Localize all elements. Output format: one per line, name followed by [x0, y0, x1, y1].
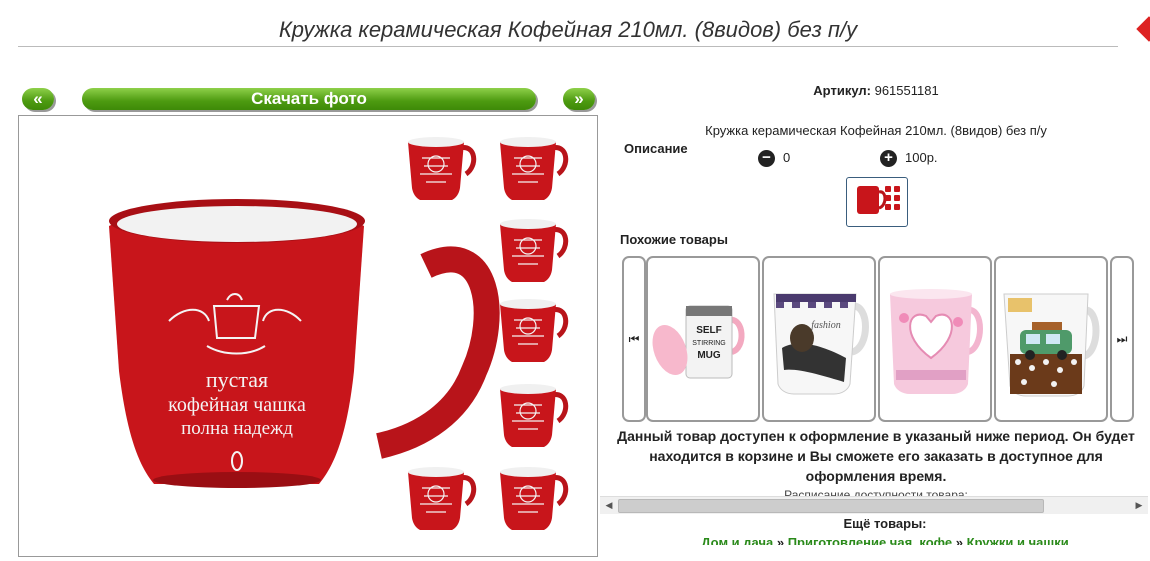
carousel-next-button[interactable]: ⏭: [1110, 256, 1134, 422]
card-text-self: SELF: [696, 325, 722, 336]
prev-photo-button[interactable]: «: [22, 88, 54, 110]
card-text-mug: MUG: [697, 350, 721, 361]
mug-text-line-3: полна надежд: [181, 418, 293, 439]
breadcrumb-tea-coffee[interactable]: Приготовление чая, кофе: [788, 535, 952, 545]
arrow-right-icon: ⏭: [1116, 331, 1128, 346]
more-products-title: Ещё товары:: [843, 516, 927, 531]
breadcrumb-separator: »: [952, 535, 967, 545]
breadcrumb-separator: »: [773, 535, 788, 545]
scroll-left-icon[interactable]: ◀: [602, 499, 616, 512]
product-photo: пустая кофейная чашка полна надежд: [18, 115, 598, 557]
breadcrumb: Дом и дача » Приготовление чая, кофе » К…: [620, 535, 1150, 545]
decrease-quantity[interactable]: −0: [758, 149, 791, 168]
car-mug-image: [1003, 293, 1100, 397]
product-description-text: Кружка керамическая Кофейная 210мл. (8ви…: [705, 123, 1047, 138]
page-title: Кружка керамическая Кофейная 210мл. (8ви…: [18, 14, 1118, 47]
mug-text-line-2: кофейная чашка: [168, 394, 306, 416]
next-photo-button[interactable]: »: [563, 88, 595, 110]
similar-product-card[interactable]: SELF STIRRING MUG: [646, 256, 760, 422]
thumb-mug-2: [500, 137, 566, 200]
price-value: 100р.: [905, 150, 938, 165]
availability-notice: Данный товар доступен к оформление в ука…: [617, 428, 1135, 484]
thumb-mug-1: [408, 137, 474, 200]
quantity-value: 0: [783, 150, 791, 165]
download-photo-button[interactable]: Скачать фото: [82, 88, 536, 110]
card-text-stirring: STIRRING: [692, 340, 725, 347]
horizontal-scrollbar[interactable]: ◀ ▶: [600, 496, 1148, 514]
similar-product-card[interactable]: [994, 256, 1108, 422]
similar-products-title: Похожие товары: [620, 232, 728, 247]
similar-product-card[interactable]: fashion: [762, 256, 876, 422]
similar-product-card[interactable]: [878, 256, 992, 422]
product-photo-image: пустая кофейная чашка полна надежд: [109, 116, 597, 556]
self-stirring-mug-image: SELF STIRRING MUG: [652, 305, 745, 379]
product-thumbnail[interactable]: [846, 177, 908, 227]
sku-label: Артикул:: [813, 83, 871, 98]
fashion-mug-image: fashion: [773, 293, 869, 395]
carousel-prev-button[interactable]: ⏮: [622, 256, 646, 422]
breadcrumb-mugs-cups[interactable]: Кружки и чашки: [967, 535, 1069, 545]
thumb-mug-3: [500, 219, 566, 282]
thumb-mug-7: [500, 467, 566, 530]
arrow-left-icon: ⏮: [628, 331, 640, 346]
description-label: Описание: [624, 141, 688, 156]
thumb-mug-5: [500, 384, 566, 447]
thumb-mug-4: [500, 299, 566, 362]
breadcrumb-home-garden[interactable]: Дом и дача: [701, 535, 773, 545]
increase-quantity[interactable]: +100р.: [880, 149, 938, 168]
sku-value: 961551181: [874, 83, 939, 98]
plus-icon[interactable]: +: [880, 150, 897, 168]
mug-text-line-1: пустая: [206, 367, 268, 392]
scroll-right-icon[interactable]: ▶: [1132, 499, 1146, 512]
corner-decoration: [1136, 16, 1150, 42]
minus-icon[interactable]: −: [758, 150, 775, 168]
thumb-mug-6: [408, 467, 474, 530]
main-mug: пустая кофейная чашка полна надежд: [109, 199, 500, 488]
scrollbar-thumb[interactable]: [618, 499, 1044, 513]
sku-line: Артикул: 961551181: [620, 83, 1132, 98]
card-text-fashion: fashion: [811, 320, 840, 331]
heart-mug-image: [890, 289, 983, 394]
